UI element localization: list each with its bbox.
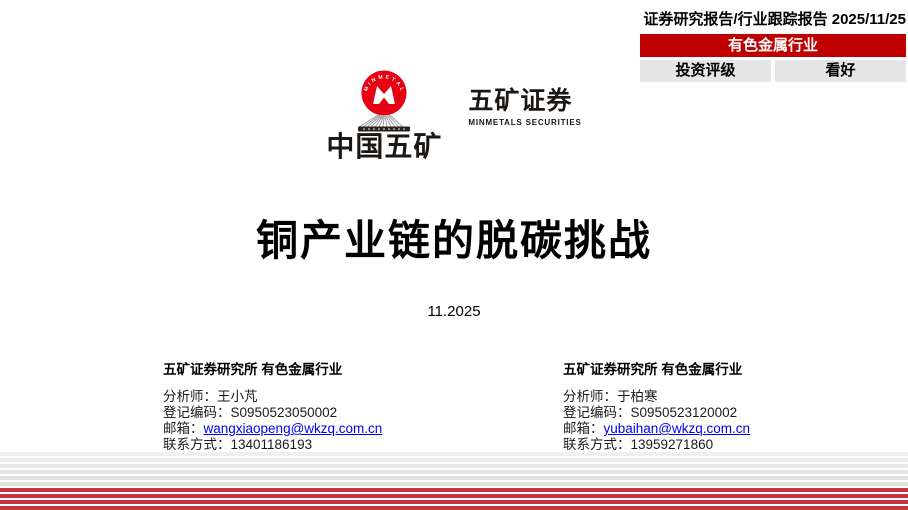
logo-rays bbox=[359, 115, 403, 128]
page-title: 铜产业链的脱碳挑战 bbox=[0, 207, 908, 268]
analyst-block-left: 五矿证券研究所 有色金属行业 分析师：王小芃 登记编码：S09505230500… bbox=[163, 358, 563, 453]
footer-stripes bbox=[0, 450, 908, 510]
brand-name-cn: 五矿证券 bbox=[468, 88, 572, 116]
analyst-name: 分析师：王小芃 bbox=[163, 389, 563, 405]
footer-stripes-red bbox=[0, 488, 908, 510]
analyst-block-right: 五矿证券研究所 有色金属行业 分析师：于柏寒 登记编码：S09505231200… bbox=[563, 358, 908, 453]
report-date: 11.2025 bbox=[0, 303, 908, 320]
logo-text-cn: 中国五矿 bbox=[326, 133, 442, 161]
analyst-org: 五矿证券研究所 有色金属行业 bbox=[163, 358, 563, 378]
analyst-email-link[interactable]: wangxiaopeng@wkzq.com.cn bbox=[204, 421, 383, 436]
minmetals-logo-icon: MINMETALS bbox=[353, 70, 415, 132]
brand-names: 五矿证券 MINMETALS SECURITIES bbox=[468, 88, 581, 127]
report-cover-page: 证券研究报告/行业跟踪报告 2025/11/25 有色金属行业 投资评级 看好 … bbox=[0, 0, 908, 510]
email-label: 邮箱： bbox=[563, 421, 604, 436]
industry-banner: 有色金属行业 bbox=[640, 34, 906, 57]
analyst-email-line: 邮箱：wangxiaopeng@wkzq.com.cn bbox=[163, 421, 563, 437]
brand-name-en: MINMETALS SECURITIES bbox=[468, 118, 581, 127]
analyst-org: 五矿证券研究所 有色金属行业 bbox=[563, 358, 908, 378]
footer-stripes-gray bbox=[0, 450, 908, 488]
analyst-reg-code: 登记编码：S0950523120002 bbox=[563, 405, 908, 421]
analysts-section: 五矿证券研究所 有色金属行业 分析师：王小芃 登记编码：S09505230500… bbox=[163, 358, 908, 453]
minmetals-logo-column: MINMETALS bbox=[326, 70, 442, 161]
analyst-reg-code: 登记编码：S0950523050002 bbox=[163, 405, 563, 421]
analyst-email-line: 邮箱：yubaihan@wkzq.com.cn bbox=[563, 421, 908, 437]
analyst-email-link[interactable]: yubaihan@wkzq.com.cn bbox=[604, 421, 751, 436]
brand-cluster: MINMETALS bbox=[0, 70, 908, 161]
email-label: 邮箱： bbox=[163, 421, 204, 436]
analyst-name: 分析师：于柏寒 bbox=[563, 389, 908, 405]
report-type-and-date: 证券研究报告/行业跟踪报告 2025/11/25 bbox=[640, 8, 906, 29]
